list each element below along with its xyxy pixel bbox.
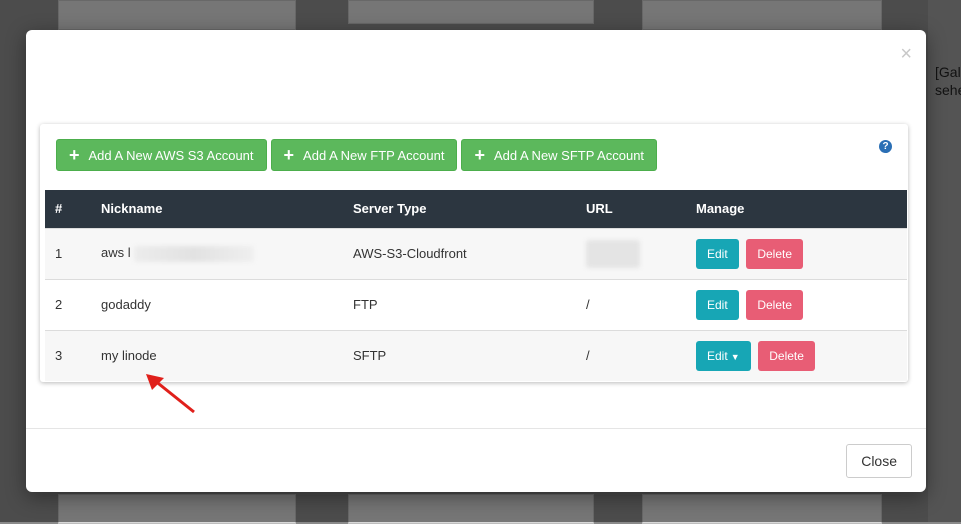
edit-dropdown-button[interactable]: Edit ▼ — [696, 340, 751, 371]
edit-button[interactable]: Edit — [696, 238, 739, 269]
header-number: # — [55, 201, 63, 217]
add-account-toolbar: + Add A New AWS S3 Account + Add A New F… — [56, 139, 658, 171]
plus-icon: + — [474, 145, 485, 165]
row-number: 1 — [45, 227, 91, 279]
table-row: 2 godaddy FTP / Edit Delete — [45, 278, 907, 330]
nickname-text: aws l — [101, 245, 131, 261]
row-server-type: FTP — [343, 278, 576, 330]
redacted-nickname — [134, 245, 255, 262]
row-server-type: AWS-S3-Cloudfront — [343, 227, 576, 279]
header-url: URL — [586, 201, 613, 217]
redacted-url — [586, 239, 640, 268]
accounts-table: # Nickname Server Type URL Manage 1 aws … — [45, 190, 907, 381]
delete-button[interactable]: Delete — [746, 238, 803, 269]
row-number: 3 — [45, 329, 91, 381]
annotation-arrow-icon — [146, 374, 195, 414]
row-url: / — [576, 278, 686, 330]
add-sftp-account-button[interactable]: + Add A New SFTP Account — [461, 139, 658, 171]
accounts-modal: × + Add A New AWS S3 Account + Add A New… — [26, 30, 926, 492]
row-manage: Edit Delete — [686, 278, 907, 330]
help-icon[interactable]: ? — [879, 140, 892, 153]
add-aws-s3-account-button[interactable]: + Add A New AWS S3 Account — [56, 139, 267, 171]
add-ftp-account-button[interactable]: + Add A New FTP Account — [270, 139, 458, 171]
plus-icon: + — [69, 145, 80, 165]
row-url: / — [576, 329, 686, 381]
add-sftp-label: Add A New SFTP Account — [493, 147, 645, 163]
row-manage: Edit Delete — [686, 227, 907, 279]
row-manage: Edit ▼ Delete — [686, 329, 907, 381]
modal-close-icon[interactable]: × — [900, 44, 912, 64]
table-header-row: # Nickname Server Type URL Manage — [45, 190, 907, 228]
add-ftp-label: Add A New FTP Account — [303, 147, 445, 163]
row-nickname: my linode — [91, 329, 343, 381]
edit-label: Edit — [707, 348, 728, 363]
close-button[interactable]: Close — [846, 444, 912, 478]
row-server-type: SFTP — [343, 329, 576, 381]
row-number: 2 — [45, 278, 91, 330]
header-server-type: Server Type — [353, 201, 427, 217]
delete-button[interactable]: Delete — [746, 289, 803, 320]
row-nickname: aws l — [91, 227, 343, 279]
table-row: 1 aws l AWS-S3-Cloudfront Edit Delete — [45, 227, 907, 279]
add-aws-s3-label: Add A New AWS S3 Account — [88, 147, 254, 163]
delete-button[interactable]: Delete — [758, 340, 815, 371]
header-nickname: Nickname — [101, 201, 163, 217]
row-url — [576, 227, 686, 279]
caret-down-icon: ▼ — [730, 351, 740, 362]
edit-button[interactable]: Edit — [696, 289, 739, 320]
row-nickname: godaddy — [91, 278, 343, 330]
plus-icon: + — [283, 145, 295, 165]
header-manage: Manage — [696, 201, 745, 217]
accounts-panel: + Add A New AWS S3 Account + Add A New F… — [40, 124, 908, 382]
modal-footer-divider — [26, 428, 926, 429]
